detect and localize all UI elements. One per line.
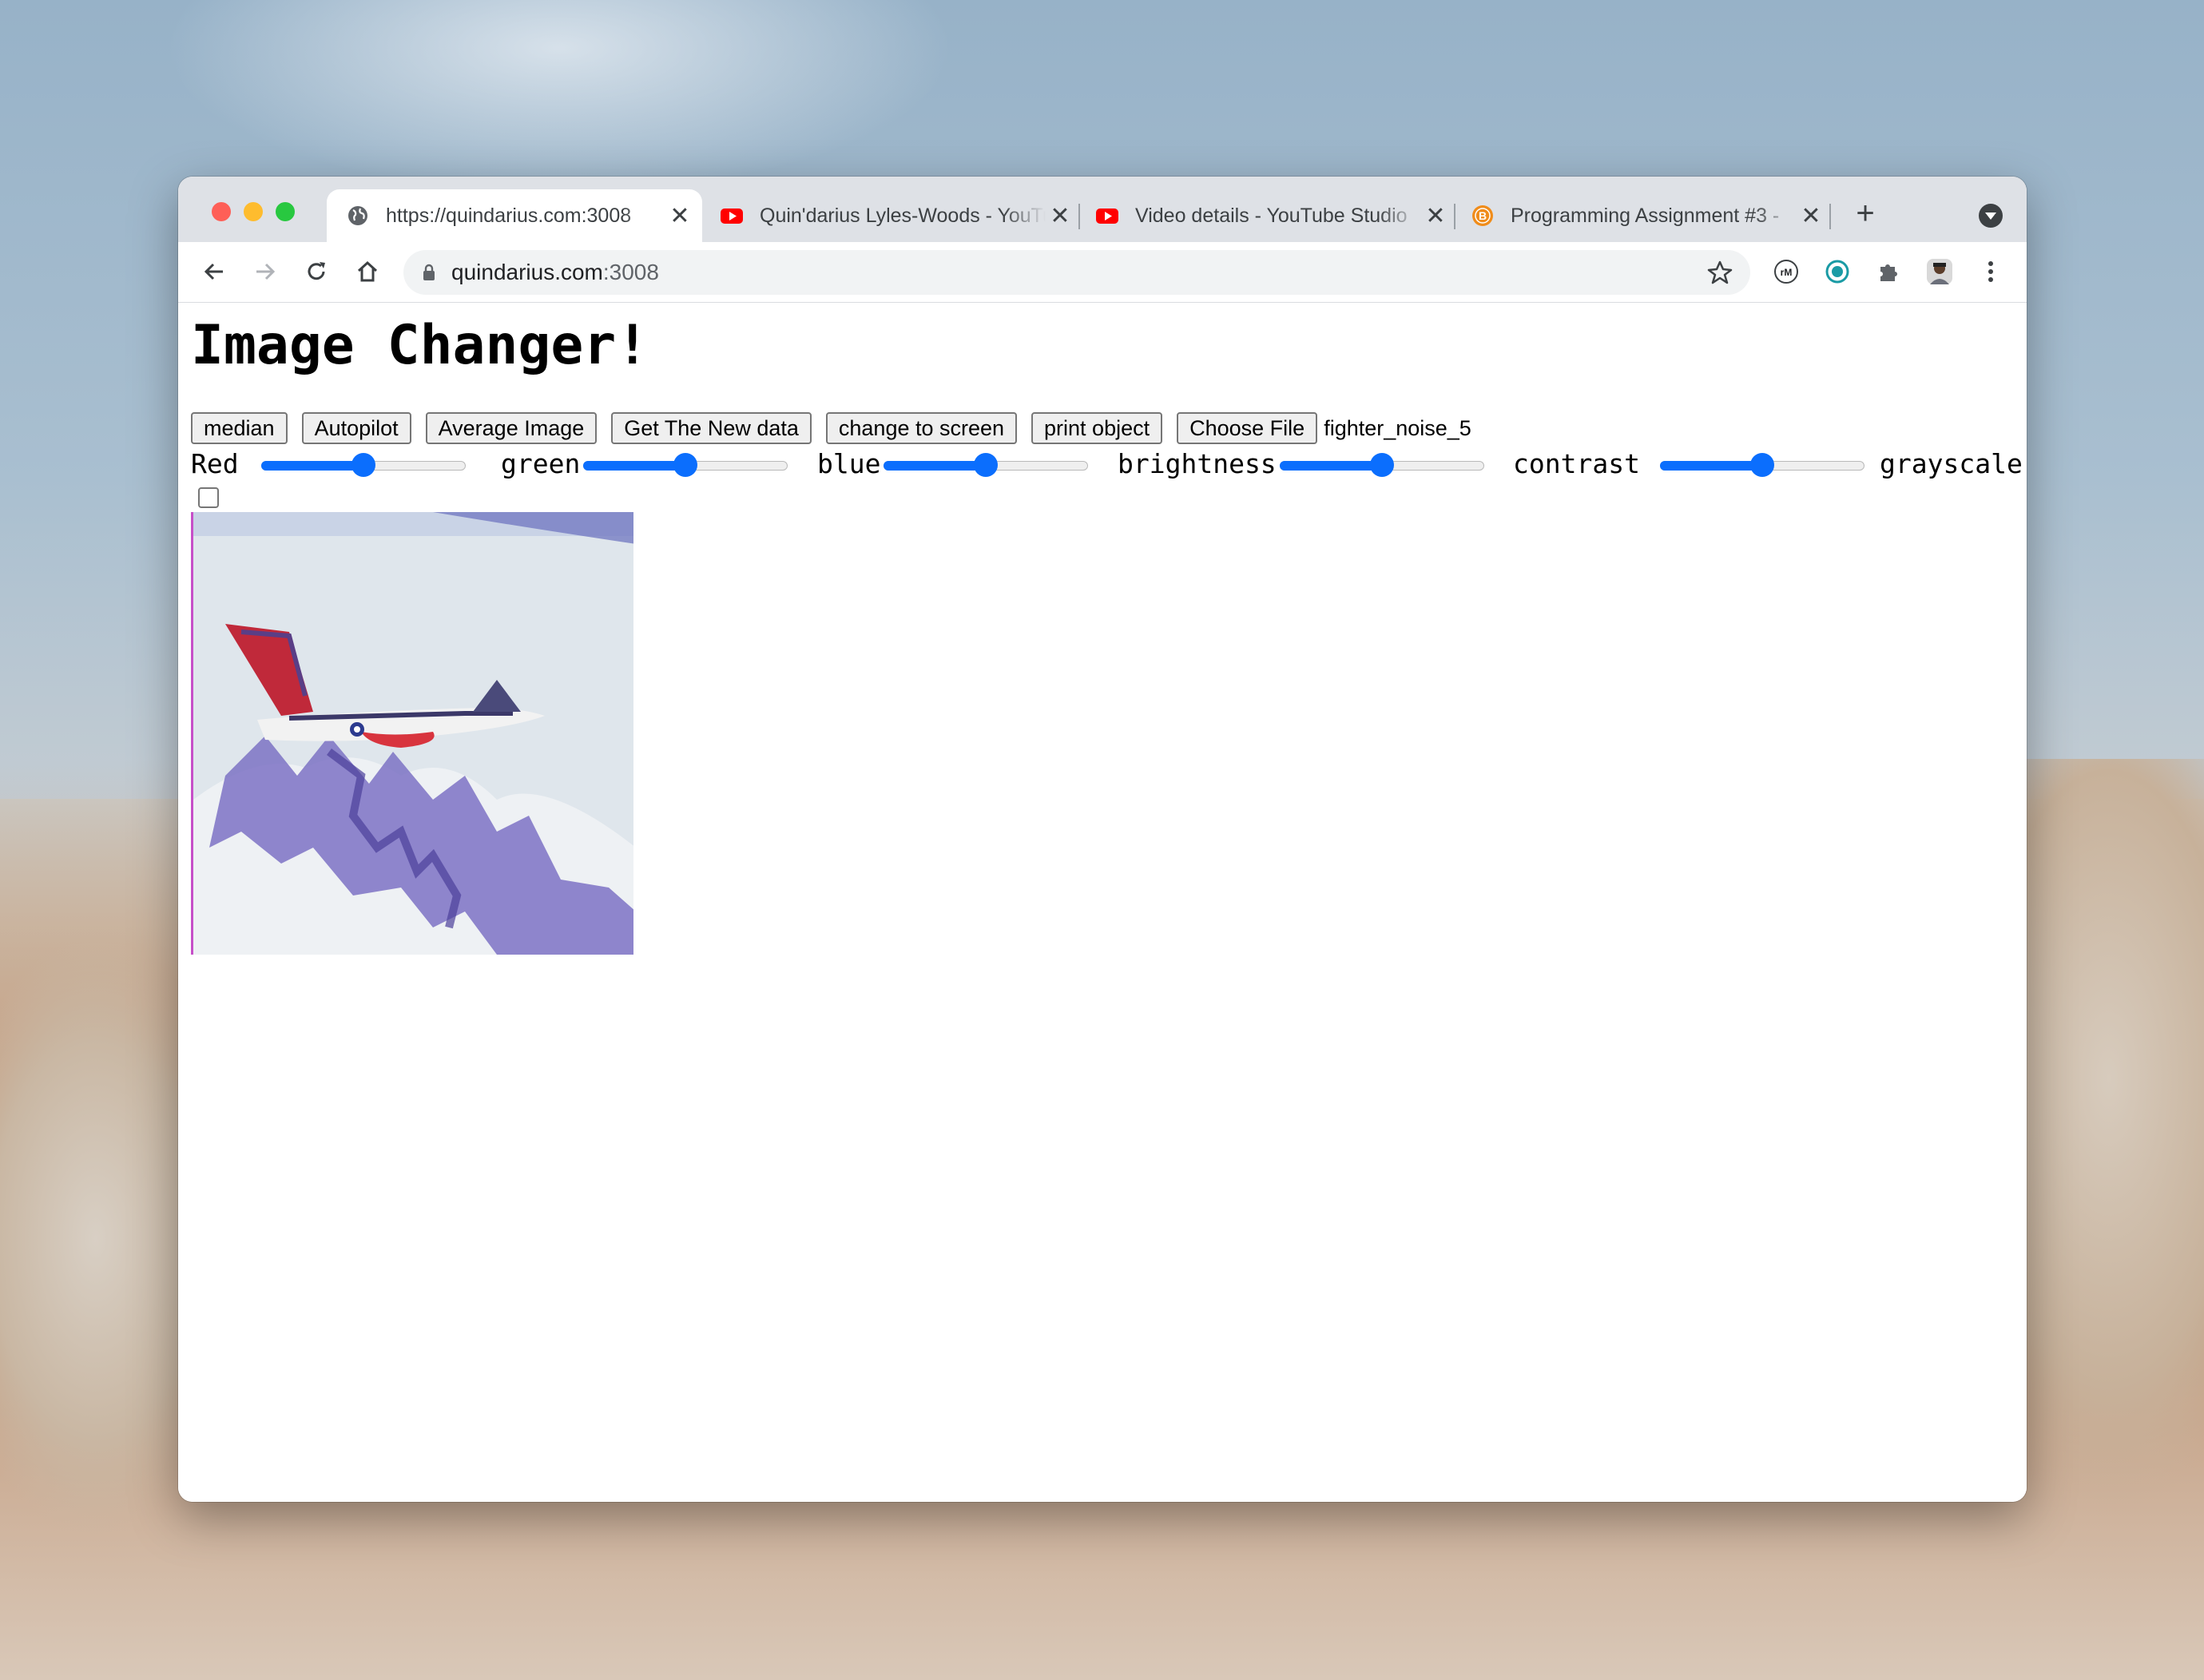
b-icon: B xyxy=(1472,205,1493,226)
url-text: quindarius.com:3008 xyxy=(451,260,659,284)
brightness-slider[interactable] xyxy=(1280,453,1484,477)
selected-file-name: fighter_noise_5 xyxy=(1324,415,1471,440)
close-icon[interactable]: ✕ xyxy=(665,201,694,230)
print-object-button[interactable]: print object xyxy=(1031,412,1163,444)
svg-text:rM: rM xyxy=(1781,267,1793,278)
grayscale-label: grayscale xyxy=(1880,448,2023,479)
browser-menu-button[interactable] xyxy=(1972,253,2009,290)
globe-icon xyxy=(348,206,367,225)
close-icon[interactable]: ✕ xyxy=(1046,201,1074,230)
rm-extension-icon: rM xyxy=(1774,260,1798,284)
reload-icon xyxy=(308,262,325,280)
processed-image-canvas xyxy=(191,512,633,955)
tab-programming-assignment[interactable]: B Programming Assignment #3 - ✕ xyxy=(1466,189,1833,242)
new-tab-button[interactable]: + xyxy=(1849,197,1881,231)
change-to-screen-button[interactable]: change to screen xyxy=(825,412,1018,444)
window-minimize-button[interactable] xyxy=(244,202,263,221)
reload-button[interactable] xyxy=(298,253,335,290)
fighter-jet-image xyxy=(193,512,633,955)
green-slider[interactable] xyxy=(583,453,788,477)
forward-button[interactable] xyxy=(247,253,284,290)
tab-youtube-channel[interactable]: Quin'darius Lyles-Woods - YouTube ✕ xyxy=(715,189,1082,242)
blue-slider[interactable] xyxy=(884,453,1088,477)
address-bar[interactable]: quindarius.com:3008 xyxy=(403,250,1750,295)
adjustment-sliders: Red green blue brightness contrast grays… xyxy=(191,447,2023,482)
window-close-button[interactable] xyxy=(212,202,231,221)
back-button[interactable] xyxy=(196,253,232,290)
page-content: Image Changer! median Autopilot Average … xyxy=(178,303,2027,1502)
lock-icon xyxy=(423,264,435,280)
tab-search-button[interactable] xyxy=(1979,204,2003,228)
average-image-button[interactable]: Average Image xyxy=(425,412,598,444)
tab-title: https://quindarius.com:3008 xyxy=(386,204,632,227)
tab-youtube-studio[interactable]: Video details - YouTube Studio ✕ xyxy=(1090,189,1458,242)
tab-title: Programming Assignment #3 - xyxy=(1511,204,1780,227)
tab-separator xyxy=(1829,204,1831,229)
puzzle-icon xyxy=(1880,264,1897,281)
green-label: green xyxy=(501,448,581,479)
tab-title: Video details - YouTube Studio xyxy=(1135,204,1408,227)
forward-arrow-icon xyxy=(256,263,276,280)
profile-avatar-button[interactable] xyxy=(1921,253,1958,290)
close-icon[interactable]: ✕ xyxy=(1797,201,1825,230)
page-title: Image Changer! xyxy=(191,314,649,377)
teal-extension-icon xyxy=(1825,260,1849,284)
brightness-label: brightness xyxy=(1118,448,1277,479)
action-button-row: median Autopilot Average Image Get The N… xyxy=(191,411,1471,445)
home-button[interactable] xyxy=(349,253,386,290)
tab-title: Quin'darius Lyles-Woods - YouTube xyxy=(760,204,1046,227)
youtube-icon xyxy=(721,209,743,224)
close-icon[interactable]: ✕ xyxy=(1421,201,1450,230)
bookmark-star-icon[interactable] xyxy=(1707,260,1733,285)
extension-rm-button[interactable]: rM xyxy=(1768,253,1805,290)
blue-label: blue xyxy=(817,448,881,479)
grayscale-checkbox[interactable] xyxy=(198,487,219,508)
window-maximize-button[interactable] xyxy=(276,202,295,221)
browser-toolbar: quindarius.com:3008 rM xyxy=(178,242,2027,303)
tab-quindarius[interactable]: https://quindarius.com:3008 ✕ xyxy=(327,189,702,242)
median-button[interactable]: median xyxy=(191,412,288,444)
choose-file-button[interactable]: Choose File xyxy=(1177,412,1318,444)
back-arrow-icon xyxy=(204,263,223,280)
contrast-label: contrast xyxy=(1513,448,1640,479)
youtube-icon xyxy=(1096,209,1118,224)
extensions-button[interactable] xyxy=(1870,253,1907,290)
autopilot-button[interactable]: Autopilot xyxy=(301,412,411,444)
kebab-menu-icon xyxy=(1988,261,1993,282)
red-slider[interactable] xyxy=(261,453,466,477)
get-new-data-button[interactable]: Get The New data xyxy=(611,412,812,444)
red-label: Red xyxy=(191,448,239,479)
contrast-slider[interactable] xyxy=(1660,453,1864,477)
browser-window: https://quindarius.com:3008 ✕ Quin'dariu… xyxy=(178,177,2027,1502)
svg-text:B: B xyxy=(1479,209,1487,222)
tab-separator xyxy=(1454,204,1455,229)
tab-separator xyxy=(1078,204,1080,229)
home-icon xyxy=(357,260,378,282)
extension-circle-button[interactable] xyxy=(1819,253,1856,290)
avatar xyxy=(1927,259,1952,284)
tab-strip: https://quindarius.com:3008 ✕ Quin'dariu… xyxy=(178,177,2027,242)
